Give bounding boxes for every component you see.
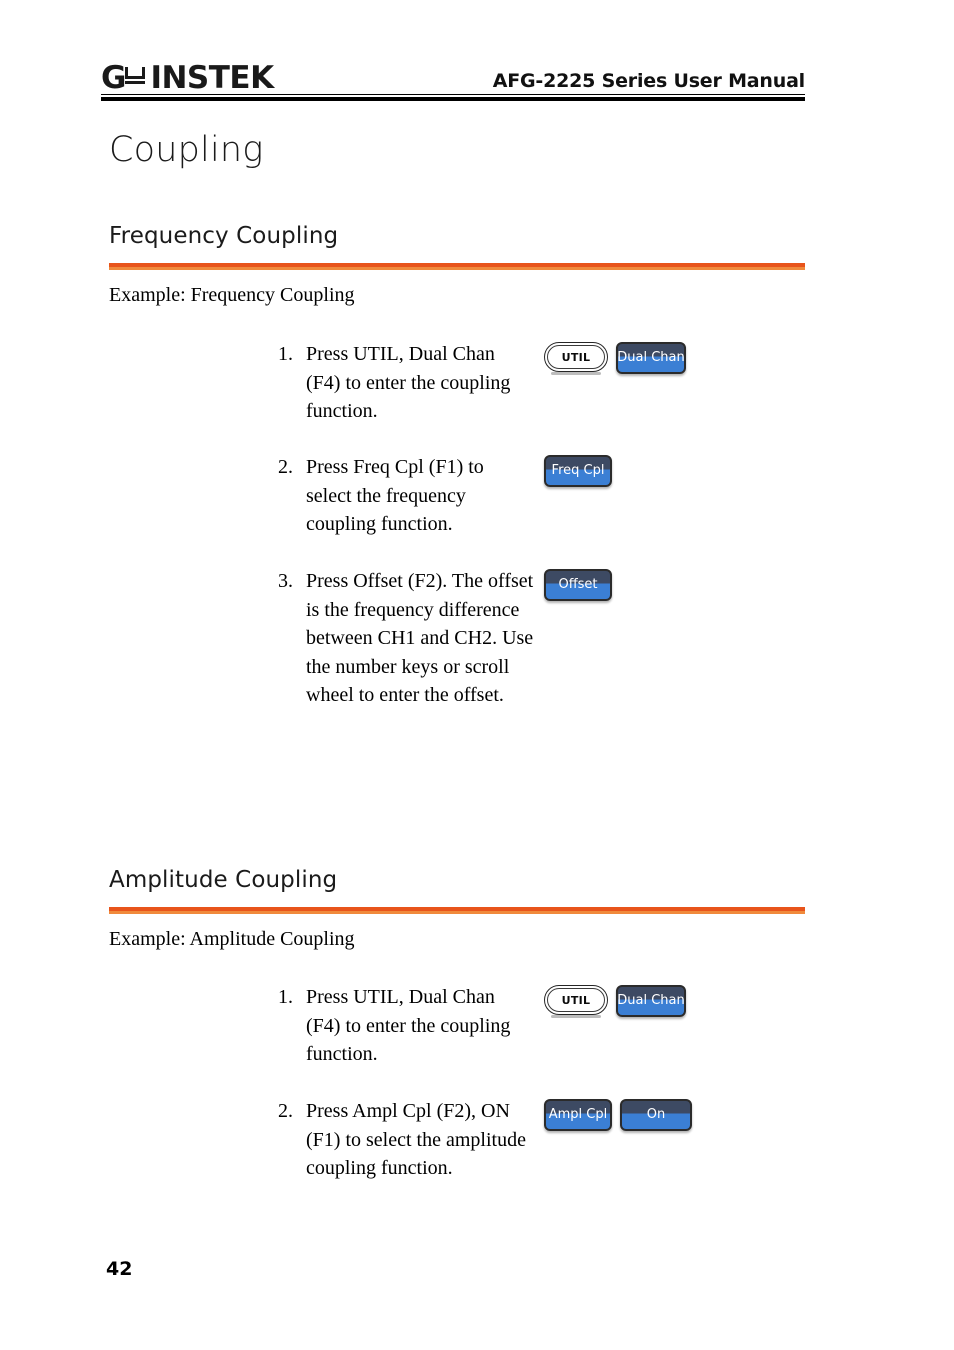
util-key-shadow <box>551 1015 601 1018</box>
step-number: 3. <box>278 570 293 592</box>
gw-instek-logo: G INSTEK <box>101 63 274 94</box>
step-key-illustrations: UTIL Dual Chan <box>544 340 686 375</box>
util-key[interactable]: UTIL <box>544 342 608 375</box>
ampl-cpl-softkey-label: Ampl Cpl <box>548 1106 608 1122</box>
dual-chan-softkey[interactable]: Dual Chan <box>616 342 686 374</box>
step-key-illustrations: Ampl Cpl On <box>544 1097 692 1131</box>
util-key[interactable]: UTIL <box>544 985 608 1018</box>
manual-title: AFG-2225 Series User Manual <box>492 70 805 92</box>
step-key-illustrations: Offset <box>544 567 612 601</box>
step-number: 2. <box>278 456 293 478</box>
logo-letter-g: G <box>101 60 126 96</box>
dual-chan-softkey[interactable]: Dual Chan <box>616 985 686 1017</box>
ampl-cpl-softkey[interactable]: Ampl Cpl <box>544 1099 612 1131</box>
offset-softkey[interactable]: Offset <box>544 569 612 601</box>
util-key-label: UTIL <box>561 350 591 364</box>
gw-w-logomark-icon <box>125 66 146 88</box>
logo-text-instek: INSTEK <box>150 60 274 96</box>
dual-chan-softkey-label: Dual Chan <box>617 992 685 1008</box>
on-softkey-label: On <box>646 1106 666 1122</box>
on-softkey[interactable]: On <box>620 1099 692 1131</box>
util-key-label: UTIL <box>561 993 591 1007</box>
example-label-amplitude: Example: Amplitude Coupling <box>109 928 355 950</box>
section-title: Amplitude Coupling <box>109 867 338 893</box>
header-divider <box>101 94 805 101</box>
list-item: 1. Press UTIL, Dual Chan (F4) to enter t… <box>270 983 686 1069</box>
section-title: Frequency Coupling <box>109 223 339 249</box>
page-header: G INSTEK AFG-2225 Series User Manual <box>101 48 805 94</box>
page-number: 42 <box>106 1258 133 1280</box>
freq-cpl-softkey[interactable]: Freq Cpl <box>544 455 612 487</box>
section-header-amplitude-coupling: Amplitude Coupling <box>109 866 805 914</box>
step-number: 2. <box>278 1100 293 1122</box>
example-label-frequency: Example: Frequency Coupling <box>109 284 355 306</box>
section-rule-light <box>109 910 805 914</box>
step-number: 1. <box>278 343 293 365</box>
page-title: Coupling <box>109 130 264 170</box>
step-text: Press Ampl Cpl (F2), ON (F1) to select t… <box>306 1100 526 1179</box>
manual-page: G INSTEK AFG-2225 Series User Manual Coup… <box>0 0 954 1350</box>
list-item: 1. Press UTIL, Dual Chan (F4) to enter t… <box>270 340 686 426</box>
step-key-illustrations: Freq Cpl <box>544 453 612 487</box>
freq-cpl-softkey-label: Freq Cpl <box>551 462 605 478</box>
list-item: 3. Press Offset (F2). The offset is the … <box>270 567 612 710</box>
offset-softkey-label: Offset <box>558 576 598 592</box>
section-header-frequency-coupling: Frequency Coupling <box>109 222 805 270</box>
list-item: 2. Press Ampl Cpl (F2), ON (F1) to selec… <box>270 1097 692 1183</box>
list-item: 2. Press Freq Cpl (F1) to select the fre… <box>270 453 612 539</box>
step-number: 1. <box>278 986 293 1008</box>
step-text: Press Freq Cpl (F1) to select the freque… <box>306 456 484 535</box>
step-text: Press UTIL, Dual Chan (F4) to enter the … <box>306 986 511 1065</box>
util-key-shadow <box>551 372 601 375</box>
section-rule-light <box>109 266 805 270</box>
header-divider-thick-line <box>101 97 805 101</box>
step-key-illustrations: UTIL Dual Chan <box>544 983 686 1018</box>
step-text: Press Offset (F2). The offset is the fre… <box>306 570 534 706</box>
dual-chan-softkey-label: Dual Chan <box>617 349 685 365</box>
step-text: Press UTIL, Dual Chan (F4) to enter the … <box>306 343 511 422</box>
